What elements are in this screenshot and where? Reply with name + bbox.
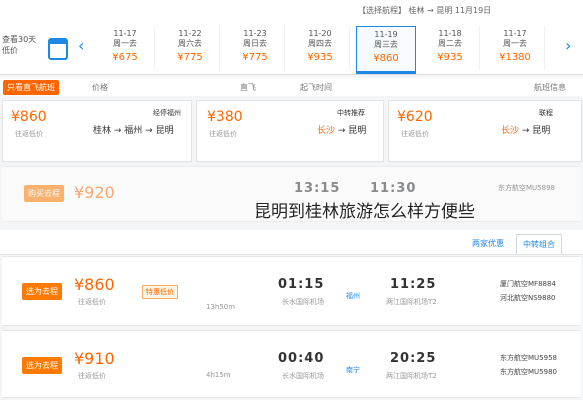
date-price: ¥775 <box>242 52 268 63</box>
date-option[interactable]: 11-20 周四去 ¥935 <box>291 26 350 70</box>
flight-row[interactable]: 选为去程 ¥910 往返低价 4h15m 00:40 长水国际机场 南宁 20:… <box>2 330 581 398</box>
airline-name: 厦门航空MF8884 <box>500 280 556 288</box>
stop-city: 南宁 <box>346 366 360 374</box>
card-note: 联程 <box>539 109 553 117</box>
duration: 13h50m <box>206 303 236 311</box>
date-price: ¥935 <box>437 52 463 63</box>
depart-time: 11:25 <box>390 277 437 292</box>
filter-bar: 只看直飞航班 价格 起飞时间 直飞 航班信息 <box>0 78 583 96</box>
card-sub: 往返低价 <box>401 130 429 138</box>
next-date-button[interactable]: › <box>565 36 571 55</box>
tab-other[interactable]: 两家优惠 <box>466 234 510 253</box>
prev-date-button[interactable]: ‹ <box>78 36 84 55</box>
date-price: ¥860 <box>373 53 399 64</box>
date-option[interactable]: 11-17 周一去 ¥675 <box>96 26 155 70</box>
calendar-icon[interactable] <box>48 38 68 60</box>
deal-tag: 特惠低价 <box>142 285 178 299</box>
date-price: ¥935 <box>307 52 333 63</box>
airline-name: 东方航空MU5898 <box>498 184 555 192</box>
recommend-card[interactable]: ¥380 往返低价 中转推荐 长沙 → 昆明 <box>196 100 384 162</box>
select-button[interactable]: 选为去程 <box>22 283 62 300</box>
card-sub: 往返低价 <box>15 130 43 138</box>
airline-name: 东方航空MU5958 <box>500 354 557 362</box>
flight-price: ¥860 <box>74 275 115 294</box>
top-bar: 【选择航程】 桂林 → 昆明 11月19日 <box>0 0 583 23</box>
card-from: 长沙 <box>501 126 520 136</box>
direct-only-tag[interactable]: 只看直飞航班 <box>3 80 59 95</box>
date-price: ¥775 <box>177 52 203 63</box>
date-weekday: 周三去 <box>374 40 398 49</box>
date-option[interactable]: 11-23 周日去 ¥775 <box>226 26 285 70</box>
arrive-time: 01:15 <box>278 277 325 292</box>
card-from: 桂林 <box>93 126 112 136</box>
card-to: 昆明 <box>155 126 174 136</box>
flight-price: ¥920 <box>74 183 115 202</box>
card-via: 福州 <box>124 126 143 136</box>
card-to: 昆明 <box>532 126 551 136</box>
flight-price-sub: 往返低价 <box>78 298 106 306</box>
date-weekday: 周六去 <box>178 39 202 48</box>
date-day: 11-18 <box>438 29 462 38</box>
date-day: 11-19 <box>374 30 398 39</box>
calendar-label[interactable]: 查看30天 低价 <box>2 34 46 56</box>
filter-depart[interactable]: 起飞时间 <box>300 82 332 93</box>
card-to: 昆明 <box>348 126 367 136</box>
date-price: ¥675 <box>112 52 138 63</box>
date-option[interactable]: 11-17 周一去 ¥1380 <box>486 26 545 70</box>
card-route: 长沙 → 昆明 <box>317 126 367 136</box>
date-day: 11-22 <box>178 29 202 38</box>
date-option[interactable]: 11-18 周二去 ¥935 <box>421 26 480 70</box>
overlay-caption: 昆明到桂林旅游怎么样方便些 <box>254 202 475 222</box>
date-weekday: 周四去 <box>308 39 332 48</box>
tab-transfer[interactable]: 中转组合 <box>516 234 562 254</box>
filter-price[interactable]: 价格 <box>92 82 108 93</box>
date-price: ¥1380 <box>499 52 531 63</box>
date-slider: 查看30天 低价 ‹ 11-17 周一去 ¥675 11-22 周六去 ¥775… <box>0 22 583 75</box>
buy-button[interactable]: 购买去程 <box>24 185 64 202</box>
depart-airport: 两江国际机场T2 <box>386 298 437 306</box>
recommend-card[interactable]: ¥620 往返低价 联程 长沙 → 昆明 <box>388 100 582 162</box>
date-weekday: 周二去 <box>438 39 462 48</box>
card-from: 长沙 <box>317 126 336 136</box>
flight-price: ¥910 <box>74 349 115 368</box>
tab-bar: 两家优惠 中转组合 <box>0 230 583 255</box>
card-price: ¥620 <box>397 109 433 125</box>
card-price: ¥380 <box>207 109 243 125</box>
depart-time: 11:30 <box>370 181 417 196</box>
card-sub: 往返低价 <box>209 130 237 138</box>
date-option[interactable]: 11-22 周六去 ¥775 <box>161 26 220 70</box>
recommend-card[interactable]: ¥860 往返低价 经停福州 桂林 → 福州 → 昆明 <box>2 100 192 162</box>
card-price: ¥860 <box>11 109 47 125</box>
stop-city: 福州 <box>346 292 360 300</box>
date-day: 11-20 <box>308 29 332 38</box>
depart-airport: 两江国际机场T2 <box>386 372 437 380</box>
arrive-airport: 长水国际机场 <box>282 372 324 380</box>
airline-name: 河北航空NS9880 <box>500 294 556 302</box>
arrive-time: 13:15 <box>294 181 341 196</box>
flight-row[interactable]: 选为去程 ¥860 往返低价 特惠低价 13h50m 01:15 长水国际机场 … <box>2 256 581 326</box>
arrive-airport: 长水国际机场 <box>282 298 324 306</box>
date-weekday: 周一去 <box>113 39 137 48</box>
filter-info[interactable]: 航班信息 <box>534 82 566 93</box>
card-note: 经停福州 <box>153 109 181 117</box>
airline-name: 东方航空MU5980 <box>500 368 557 376</box>
date-weekday: 周一去 <box>503 39 527 48</box>
arrive-time: 00:40 <box>278 351 325 366</box>
date-day: 11-17 <box>503 29 527 38</box>
calendar-label-line2: 低价 <box>2 46 18 55</box>
depart-time: 20:25 <box>390 351 437 366</box>
breadcrumb: 【选择航程】 桂林 → 昆明 11月19日 <box>358 6 492 15</box>
filter-direct[interactable]: 直飞 <box>240 82 256 93</box>
date-weekday: 周日去 <box>243 39 267 48</box>
flight-price-sub: 往返低价 <box>78 372 106 380</box>
duration: 4h15m <box>206 371 231 379</box>
card-note: 中转推荐 <box>337 109 365 117</box>
card-route: 长沙 → 昆明 <box>501 126 551 136</box>
date-day: 11-17 <box>113 29 137 38</box>
card-route: 桂林 → 福州 → 昆明 <box>93 126 174 136</box>
select-button[interactable]: 选为去程 <box>22 357 62 374</box>
date-day: 11-23 <box>243 29 267 38</box>
date-option-selected[interactable]: 11-19 周三去 ¥860 <box>356 26 416 74</box>
calendar-label-line1: 查看30天 <box>2 35 37 44</box>
